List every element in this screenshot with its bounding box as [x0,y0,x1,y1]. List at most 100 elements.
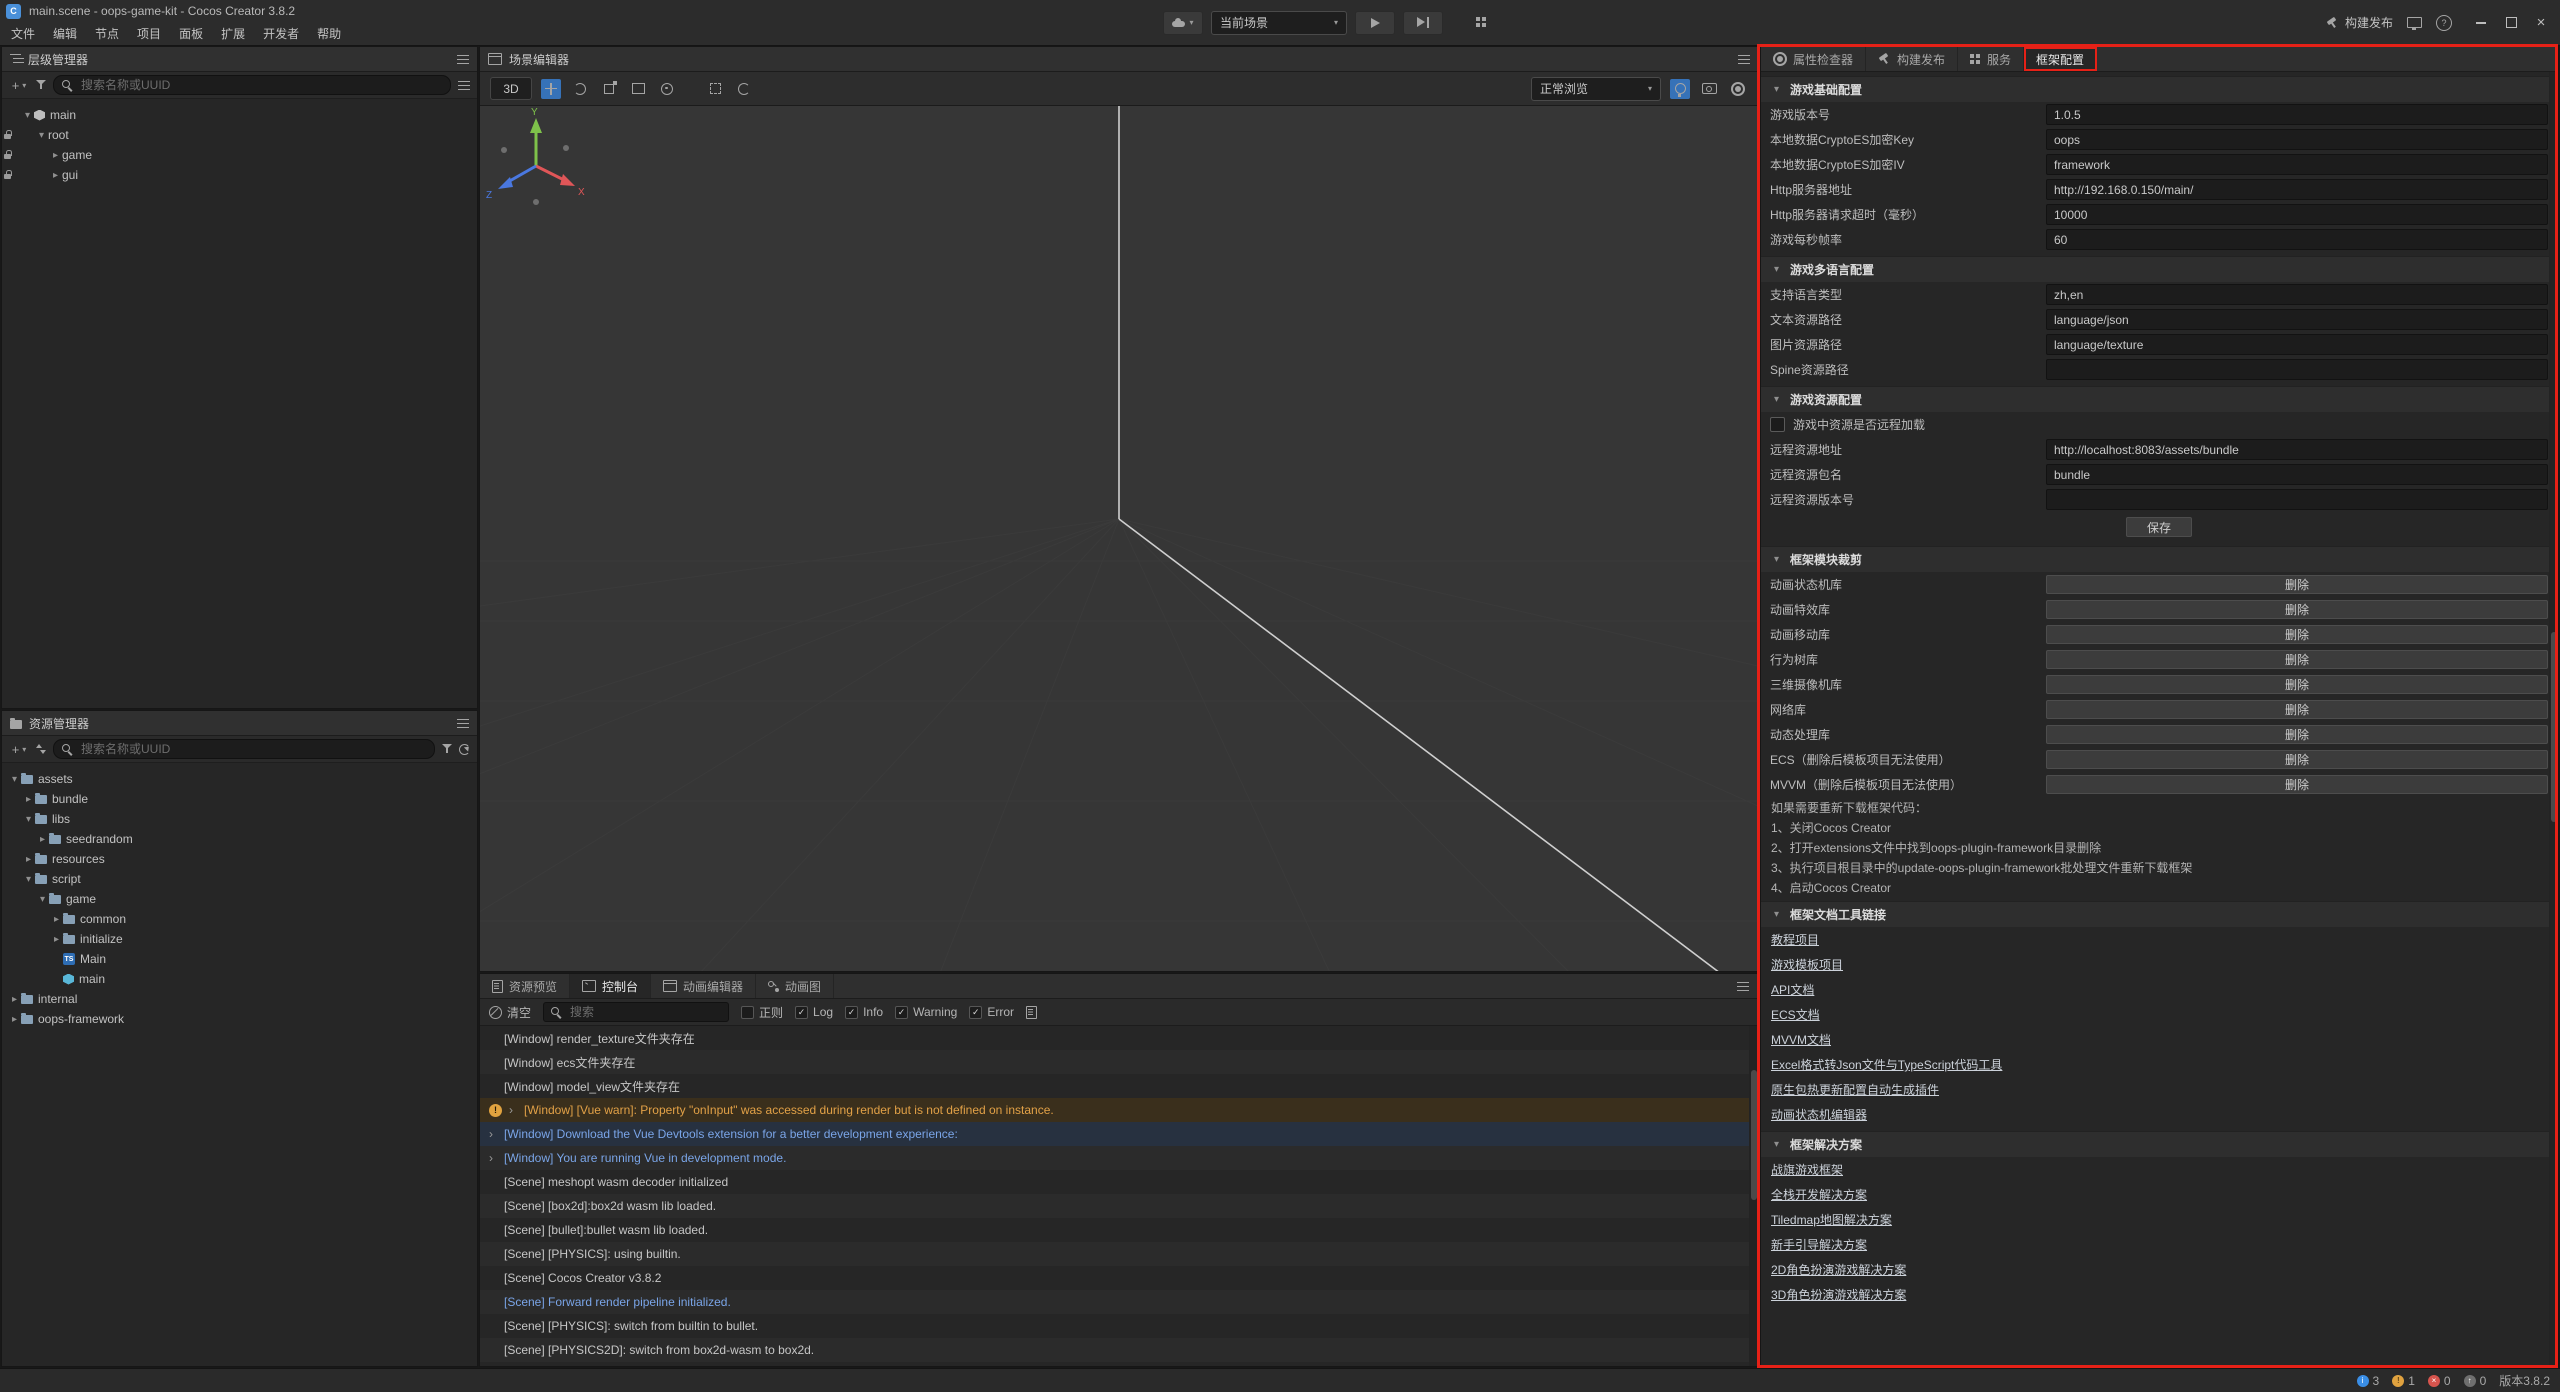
tree-row[interactable]: seedrandom [2,829,477,849]
doc-link[interactable]: 动画状态机编辑器 [1761,1102,2558,1127]
scale-tool-button[interactable] [599,79,619,99]
expand-chevron-icon[interactable] [8,994,21,1005]
tab-build-publish[interactable]: 构建发布 [1866,47,1958,71]
menu-item[interactable]: 开发者 [254,23,308,43]
device-preview-button[interactable] [1163,11,1203,35]
step-button[interactable] [1403,11,1443,35]
error-count[interactable]: 0 [2428,1374,2451,1388]
panel-menu-icon[interactable] [1737,981,1749,991]
rect-tool-button[interactable] [628,79,648,99]
expand-chevron-icon[interactable] [22,874,35,885]
tree-row[interactable]: initialize [2,929,477,949]
field-input[interactable] [2046,489,2548,510]
field-input[interactable] [2046,104,2548,125]
refresh-icon[interactable] [459,744,470,755]
doc-link[interactable]: 教程项目 [1761,927,2558,952]
field-input[interactable] [2046,284,2548,305]
info-count[interactable]: 3 [2357,1374,2380,1388]
doc-link[interactable]: Excel格式转Json文件与TypeScript代码工具 [1761,1052,2558,1077]
expand-arrow-icon[interactable] [509,1103,517,1117]
section-solutions[interactable]: 框架解决方案 [1761,1131,2558,1157]
expand-chevron-icon[interactable] [49,150,62,161]
expand-arrow-icon[interactable] [489,1151,497,1165]
solution-link[interactable]: 3D角色扮演游戏解决方案 [1761,1282,2558,1307]
lighting-toggle-button[interactable] [1670,79,1690,99]
console-scrollbar[interactable] [1749,1026,1758,1366]
add-asset-button[interactable] [9,739,29,759]
panel-menu-icon[interactable] [457,54,469,64]
play-button[interactable] [1355,11,1395,35]
delete-module-button[interactable]: 删除 [2046,750,2548,769]
axis-gizmo[interactable]: Y X Z [480,106,590,216]
field-input[interactable] [2046,334,2548,355]
log-row[interactable]: [Window] render_texture文件夹存在 [480,1026,1758,1050]
tree-row[interactable]: oops-framework [2,1009,477,1029]
log-row[interactable]: [Scene] Forward render pipeline initiali… [480,1290,1758,1314]
hierarchy-options-icon[interactable] [458,80,470,90]
assets-search[interactable] [53,739,435,759]
solution-link[interactable]: Tiledmap地图解决方案 [1761,1207,2558,1232]
tree-row[interactable]: internal [2,989,477,1009]
doc-link[interactable]: API文档 [1761,977,2558,1002]
tab-asset-preview[interactable]: 资源预览 [480,974,570,998]
lock-icon[interactable] [2,129,15,142]
section-language-config[interactable]: 游戏多语言配置 [1761,256,2558,282]
solution-link[interactable]: 新手引导解决方案 [1761,1232,2558,1257]
minimize-button[interactable] [2466,0,2496,45]
log-row[interactable]: [Scene] Cocos Creator v3.8.2 [480,1266,1758,1290]
expand-chevron-icon[interactable] [22,794,35,805]
tree-row[interactable]: main [2,105,477,125]
field-input[interactable] [2046,204,2548,225]
section-doc-links[interactable]: 框架文档工具链接 [1761,901,2558,927]
tab-animation-editor[interactable]: 动画编辑器 [651,974,756,998]
inspector-scrollbar[interactable] [2549,72,2558,1366]
tree-row[interactable]: common [2,909,477,929]
delete-module-button[interactable]: 删除 [2046,700,2548,719]
delete-module-button[interactable]: 删除 [2046,725,2548,744]
expand-chevron-icon[interactable] [21,110,34,121]
log-row[interactable]: [Scene] meshopt wasm decoder initialized [480,1170,1758,1194]
doc-link[interactable]: ECS文档 [1761,1002,2558,1027]
doc-link[interactable]: MVVM文档 [1761,1027,2558,1052]
move-tool-button[interactable] [541,79,561,99]
expand-chevron-icon[interactable] [36,894,49,905]
scene-viewport[interactable]: Y X Z [480,106,1758,971]
log-row[interactable]: [Scene] [PHYSICS]: using builtin. [480,1242,1758,1266]
snap-tool-button[interactable] [705,79,725,99]
tab-framework-config[interactable]: 框架配置 [2024,47,2097,71]
expand-chevron-icon[interactable] [8,1014,21,1025]
hierarchy-search-input[interactable] [79,77,442,93]
anchor-tool-button[interactable] [657,79,677,99]
camera-settings-button[interactable] [1699,79,1719,99]
lock-icon[interactable] [2,169,15,182]
solution-link[interactable]: 全栈开发解决方案 [1761,1182,2558,1207]
tab-service[interactable]: 服务 [1958,47,2024,71]
log-row[interactable]: [Window] You are running Vue in developm… [480,1146,1758,1170]
regex-checkbox[interactable] [741,1006,754,1019]
assets-search-input[interactable] [79,741,426,757]
close-button[interactable] [2526,0,2556,45]
section-resource-config[interactable]: 游戏资源配置 [1761,386,2558,412]
info-checkbox[interactable] [845,1006,858,1019]
hierarchy-search[interactable] [53,75,451,95]
layout-button[interactable] [1471,13,1491,33]
expand-chevron-icon[interactable] [8,774,21,785]
add-node-button[interactable] [9,75,29,95]
log-row[interactable]: [Scene] [bullet]:bullet wasm lib loaded. [480,1218,1758,1242]
menu-item[interactable]: 编辑 [44,23,86,43]
info-filter[interactable]: Info [845,1005,883,1019]
expand-arrow-icon[interactable] [489,1127,497,1141]
expand-chevron-icon[interactable] [50,934,63,945]
panel-menu-icon[interactable] [457,718,469,728]
tree-row[interactable]: resources [2,849,477,869]
log-row[interactable]: [Window] Download the Vue Devtools exten… [480,1122,1758,1146]
delete-module-button[interactable]: 删除 [2046,600,2548,619]
log-row[interactable]: [Scene] [PHYSICS]: switch from builtin t… [480,1314,1758,1338]
menu-item[interactable]: 面板 [170,23,212,43]
help-icon[interactable] [2436,15,2452,31]
section-basic-config[interactable]: 游戏基础配置 [1761,76,2558,102]
menu-item[interactable]: 扩展 [212,23,254,43]
error-filter[interactable]: Error [969,1005,1014,1019]
maximize-button[interactable] [2496,0,2526,45]
view-settings-button[interactable] [1728,79,1748,99]
